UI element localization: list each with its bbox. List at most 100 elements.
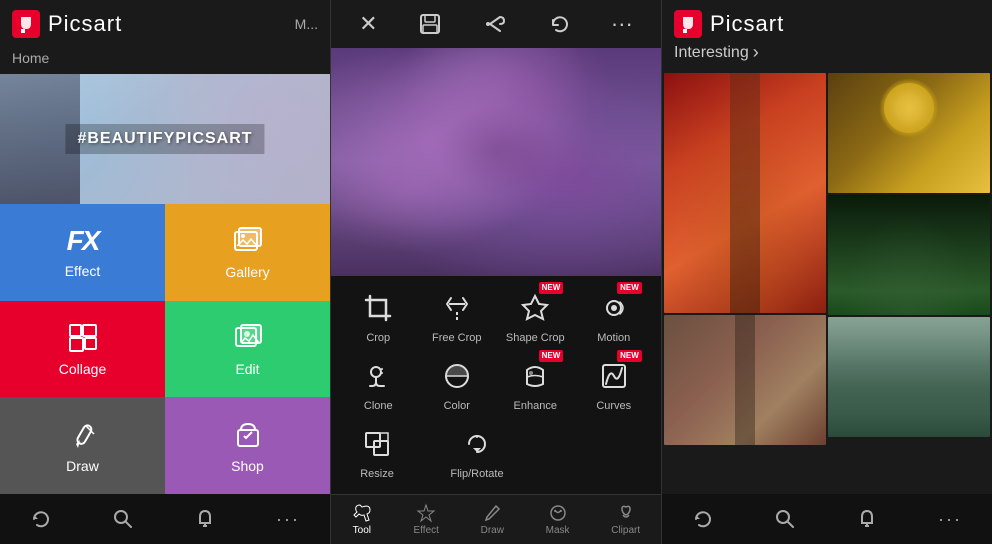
gallery-label: Gallery <box>225 264 269 280</box>
enhance-new-badge: NEW <box>539 350 564 362</box>
free-crop-icon-wrap <box>437 288 477 328</box>
tile-effect[interactable]: FX Effect <box>0 204 165 301</box>
photo-forest-dark[interactable] <box>828 195 990 315</box>
tab-tool[interactable]: Tool <box>352 503 372 536</box>
tools-panel: Crop Free Crop NEW <box>331 276 661 494</box>
tool-crop[interactable]: Crop <box>348 288 408 344</box>
search-icon-interesting[interactable] <box>774 508 796 530</box>
tile-draw[interactable]: Draw <box>0 397 165 494</box>
save-icon[interactable] <box>418 12 442 36</box>
effect-label: Effect <box>65 263 101 279</box>
editor-toolbar: ✕ ··· <box>331 0 661 48</box>
home-bottom-bar: ··· <box>0 494 330 544</box>
home-section-label: Home <box>0 48 330 74</box>
refresh-icon-interesting[interactable] <box>692 508 714 530</box>
tool-enhance[interactable]: NEW Enhance <box>505 356 565 412</box>
editor-more-icon[interactable]: ··· <box>611 11 633 37</box>
tool-clone[interactable]: Clone <box>348 356 408 412</box>
refresh-icon[interactable] <box>30 508 52 530</box>
clone-label: Clone <box>364 400 393 412</box>
more-icon-interesting[interactable]: ··· <box>938 509 962 530</box>
home-header: Picsart M... <box>0 0 330 48</box>
tool-motion[interactable]: NEW Motion <box>584 288 644 344</box>
photo-sunflower[interactable] <box>828 73 990 193</box>
edit-label: Edit <box>235 361 259 377</box>
tool-color[interactable]: Color <box>427 356 487 412</box>
app-title-home: Picsart <box>48 11 122 37</box>
flip-rotate-label: Flip/Rotate <box>450 468 503 480</box>
photo-foggy-forest[interactable] <box>828 317 990 437</box>
tab-mask-label: Mask <box>546 525 570 536</box>
free-crop-label: Free Crop <box>432 332 482 344</box>
gallery-icon <box>231 224 265 258</box>
clipart-tab-icon <box>616 503 636 523</box>
color-label: Color <box>444 400 470 412</box>
draw-icon <box>66 418 100 452</box>
tool-shape-crop[interactable]: NEW Shape Crop <box>505 288 565 344</box>
tool-curves[interactable]: NEW Curves <box>584 356 644 412</box>
tool-flip-rotate[interactable]: Flip/Rotate <box>447 424 507 480</box>
tool-free-crop[interactable]: Free Crop <box>427 288 487 344</box>
resize-label: Resize <box>360 468 394 480</box>
tab-mask[interactable]: Mask <box>546 503 570 536</box>
motion-label: Motion <box>597 332 630 344</box>
tile-gallery[interactable]: Gallery <box>165 204 330 301</box>
tile-shop[interactable]: Shop <box>165 397 330 494</box>
close-icon[interactable]: ✕ <box>359 11 377 37</box>
bell-icon-interesting[interactable] <box>856 508 878 530</box>
app-title-interesting: Picsart <box>710 11 784 37</box>
shape-crop-label: Shape Crop <box>506 332 565 344</box>
collage-label: Collage <box>59 361 106 377</box>
shop-icon <box>231 418 265 452</box>
draw-tab-icon <box>482 503 502 523</box>
tab-tool-label: Tool <box>353 525 371 536</box>
tile-collage[interactable]: Collage <box>0 301 165 398</box>
grid-col-left <box>664 73 826 492</box>
tools-row-3: Resize Flip/Rotate <box>331 422 661 490</box>
tools-row-2: Clone Color NEW <box>331 354 661 422</box>
collage-icon <box>66 321 100 355</box>
share-icon[interactable] <box>482 12 506 36</box>
motion-new-badge: NEW <box>617 282 642 294</box>
shape-crop-new-badge: NEW <box>539 282 564 294</box>
effect-tab-icon <box>416 503 436 523</box>
picsart-logo <box>12 10 40 38</box>
enhance-label: Enhance <box>514 400 557 412</box>
effect-icon: FX <box>67 225 99 257</box>
tab-clipart-label: Clipart <box>611 525 640 536</box>
interesting-section-label: Interesting › <box>662 42 992 71</box>
tool-tab-icon <box>352 503 372 523</box>
tab-effect[interactable]: Effect <box>414 503 439 536</box>
panel-editor: ✕ ··· Crop <box>330 0 662 544</box>
home-banner: #BEAUTIFYPICSART <box>0 74 330 204</box>
panel-home: Picsart M... Home #BEAUTIFYPICSART FX Ef… <box>0 0 330 544</box>
tab-clipart[interactable]: Clipart <box>611 503 640 536</box>
search-icon[interactable] <box>112 508 134 530</box>
photo-autumn-path[interactable] <box>664 73 826 313</box>
tools-row-1: Crop Free Crop NEW <box>331 286 661 354</box>
curves-label: Curves <box>596 400 631 412</box>
interesting-bottom-bar: ··· <box>662 494 992 544</box>
interesting-arrow[interactable]: › <box>753 42 759 63</box>
undo-icon[interactable] <box>547 12 571 36</box>
clone-icon-wrap <box>358 356 398 396</box>
more-label: M... <box>295 16 318 32</box>
more-icon[interactable]: ··· <box>276 509 300 530</box>
mask-tab-icon <box>548 503 568 523</box>
grid-col-right <box>828 73 990 492</box>
editor-canvas <box>331 48 661 276</box>
photo-train-tracks[interactable] <box>664 315 826 445</box>
shape-crop-icon-wrap: NEW <box>515 288 555 328</box>
banner-text: #BEAUTIFYPICSART <box>65 124 264 154</box>
flip-rotate-icon-wrap <box>457 424 497 464</box>
tool-resize[interactable]: Resize <box>347 424 407 480</box>
panel-interesting: Picsart Interesting › <box>662 0 992 544</box>
edit-icon <box>231 321 265 355</box>
flower-overlay <box>331 48 661 276</box>
crop-icon-wrap <box>358 288 398 328</box>
tab-draw[interactable]: Draw <box>481 503 504 536</box>
bell-icon[interactable] <box>194 508 216 530</box>
tile-edit[interactable]: Edit <box>165 301 330 398</box>
enhance-icon-wrap: NEW <box>515 356 555 396</box>
crop-label: Crop <box>366 332 390 344</box>
